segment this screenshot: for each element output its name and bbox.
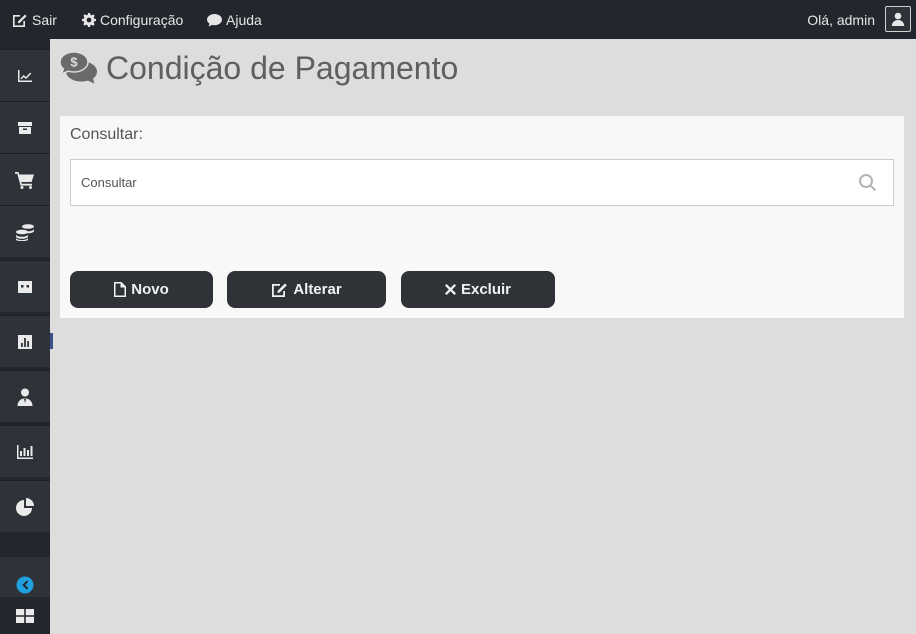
close-icon — [444, 284, 456, 295]
sidebar-item-reports[interactable] — [0, 315, 50, 367]
logout-label: Sair — [32, 11, 57, 28]
top-navbar: Sair Configuração Ajuda Olá, admin — [0, 0, 916, 39]
settings-label: Configuração — [100, 11, 184, 28]
bar-chart-alt-icon — [17, 444, 33, 459]
page-header: $ Condição de Pagamento — [60, 46, 458, 90]
user-tie-icon — [17, 388, 33, 406]
sidebar-item-analytics[interactable] — [0, 480, 50, 532]
search-panel: Consultar: Novo Alterar Excluir — [60, 116, 904, 318]
comment-icon — [207, 13, 222, 26]
search-input[interactable] — [71, 160, 851, 205]
edit-button-label: Alterar — [293, 281, 342, 298]
sidebar-item-products[interactable] — [0, 101, 50, 153]
edit-button[interactable]: Alterar — [227, 271, 386, 308]
windows-grid-icon — [16, 608, 34, 623]
pie-chart-icon — [16, 497, 34, 516]
card-icon — [18, 280, 32, 293]
sidebar-apps-button[interactable] — [0, 597, 50, 634]
settings-link[interactable]: Configuração — [82, 0, 183, 39]
svg-text:$: $ — [70, 55, 78, 70]
search-icon — [859, 174, 877, 192]
money-chat-icon: $ — [60, 52, 97, 84]
search-box — [70, 159, 894, 206]
help-link[interactable]: Ajuda — [207, 0, 262, 39]
help-label: Ajuda — [226, 11, 262, 28]
coins-icon — [16, 223, 34, 241]
sidebar-item-statistics[interactable] — [0, 425, 50, 477]
line-chart-icon — [18, 69, 32, 82]
bar-chart-icon — [18, 334, 32, 349]
user-greeting: Olá, admin — [807, 11, 875, 28]
box-icon — [18, 121, 32, 134]
sidebar — [0, 39, 50, 634]
file-icon — [114, 282, 127, 297]
sidebar-item-sales[interactable] — [0, 153, 50, 205]
new-button-label: Novo — [131, 281, 169, 298]
new-button[interactable]: Novo — [70, 271, 213, 308]
gear-icon — [82, 12, 96, 27]
search-label: Consultar: — [70, 126, 143, 143]
search-button[interactable] — [859, 174, 877, 192]
sidebar-item-dashboard[interactable] — [0, 49, 50, 101]
user-menu-button[interactable] — [885, 6, 911, 32]
user-icon — [891, 12, 905, 26]
sidebar-item-cards[interactable] — [0, 260, 50, 312]
edit-square-icon — [272, 283, 288, 297]
sidebar-item-users[interactable] — [0, 370, 50, 422]
chevron-left-circle-icon — [16, 576, 34, 594]
shopping-cart-icon — [15, 171, 34, 189]
page-title: Condição de Pagamento — [106, 49, 459, 86]
delete-button[interactable]: Excluir — [401, 271, 555, 308]
sidebar-item-finance[interactable] — [0, 205, 50, 257]
edit-square-icon — [13, 14, 27, 27]
logout-link[interactable]: Sair — [12, 0, 57, 39]
delete-button-label: Excluir — [460, 281, 512, 298]
sidebar-edge-marker — [50, 333, 53, 349]
